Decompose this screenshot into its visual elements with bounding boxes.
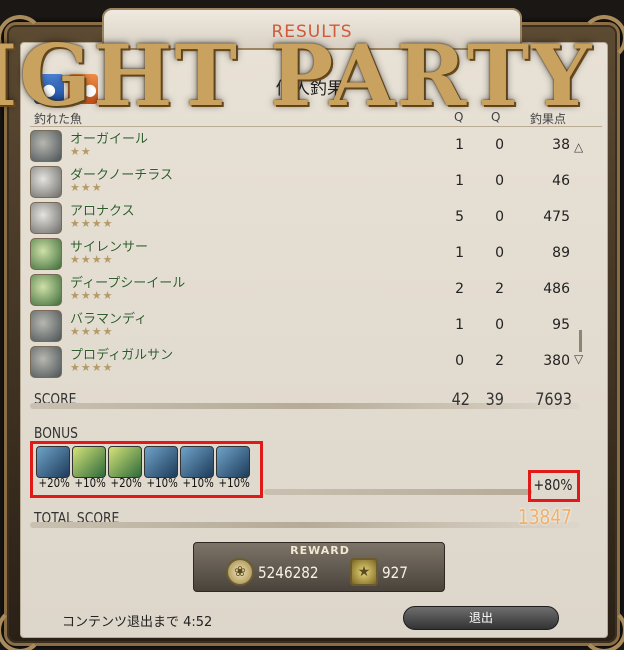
fish-count-b: 0 [495,137,504,153]
fish-row: ダークノーチラス ★★★ 1 0 46 [30,164,570,200]
fish-points: 38 [552,137,570,153]
fish-count-a: 1 [455,317,464,333]
fish-points: 475 [543,209,570,225]
fish-row: プロディガルサン ★★★★ 0 2 380 [30,344,570,380]
fish-icon [30,130,62,162]
fish-count-b: 2 [495,281,504,297]
exit-button[interactable]: 退出 [403,606,559,630]
fish-stars: ★★★★ [70,289,114,302]
bonus-item[interactable]: +20% [108,446,142,492]
header-divider [30,126,602,127]
scroll-down-arrow-icon[interactable]: ▽ [574,352,583,366]
fish-count-a: 2 [455,281,464,297]
fish-row: バラマンディ ★★★★ 1 0 95 [30,308,570,344]
bonus-icon [36,446,70,478]
fish-stars: ★★★ [70,181,103,194]
fish-stars: ★★★★ [70,361,114,374]
fish-count-a: 1 [455,245,464,261]
fish-icon [30,202,62,234]
bonus-icon [72,446,106,478]
bonus-icon [180,446,214,478]
fish-count-b: 2 [495,353,504,369]
bonus-items: +20% +10% +20% +10% +10% +10% [36,446,250,492]
reward-box: REWARD ❀ 5246282 ★ 927 [193,542,445,592]
fish-points: 89 [552,245,570,261]
score-total: 7693 [535,390,572,410]
fish-count-b: 0 [495,245,504,261]
fish-icon [30,346,62,378]
bonus-percent: +10% [146,476,178,490]
column-header-name: 釣れた魚 [34,112,83,126]
fish-row: ディープシーイール ★★★★ 2 2 486 [30,272,570,308]
fish-row: サイレンサー ★★★★ 1 0 89 [30,236,570,272]
results-title: RESULTS [271,22,353,42]
column-header-nq: Q [491,110,501,124]
fish-count-a: 1 [455,137,464,153]
seal-icon: ★ [350,558,378,586]
fish-stars: ★★ [70,145,92,158]
bonus-icon [216,446,250,478]
scrollbar-thumb[interactable] [579,330,582,352]
fish-count-a: 5 [455,209,464,225]
fish-count-a: 0 [455,353,464,369]
mode-icons: ● ●● [34,74,98,104]
header-title: 個人釣果 [276,79,344,99]
bonus-item[interactable]: +10% [144,446,178,492]
fish-row: オーガイール ★★ 1 0 38 [30,128,570,164]
fish-stars: ★★★★ [70,217,114,230]
bonus-percent: +10% [218,476,250,490]
fish-icon [30,310,62,342]
score-count-a: 42 [451,390,470,410]
reward-gil-amount: 5246282 [258,563,319,582]
gil-icon: ❀ [226,558,254,586]
column-header-points: 釣果点 [530,112,567,126]
fish-points: 486 [543,281,570,297]
party-icon: ●● [68,74,98,104]
bonus-item[interactable]: +10% [216,446,250,492]
fish-points: 380 [543,353,570,369]
bonus-item[interactable]: +10% [180,446,214,492]
bonus-percent: +20% [38,476,70,490]
exit-timer: コンテンツ退出まで 4:52 [62,615,213,630]
column-header-hq: Q [454,110,464,124]
fish-count-a: 1 [455,173,464,189]
bonus-icon [108,446,142,478]
scroll-up-arrow-icon[interactable]: △ [574,140,583,154]
fish-count-b: 0 [495,209,504,225]
reward-seal-amount: 927 [382,563,408,582]
fish-points: 95 [552,317,570,333]
bonus-percent: +20% [110,476,142,490]
fish-icon [30,166,62,198]
bonus-label: BONUS [34,424,78,442]
bonus-item[interactable]: +20% [36,446,70,492]
fish-points: 46 [552,173,570,189]
score-count-b: 39 [485,390,504,410]
total-score-divider [30,522,580,528]
results-title-tab: RESULTS [102,8,522,50]
fish-row: アロナクス ★★★★ 5 0 475 [30,200,570,236]
bonus-percent: +10% [74,476,106,490]
bonus-item[interactable]: +10% [72,446,106,492]
fish-stars: ★★★★ [70,325,114,338]
fish-count-b: 0 [495,173,504,189]
fish-count-b: 0 [495,317,504,333]
bonus-icon [144,446,178,478]
bonus-total: +80% [533,476,573,494]
bonus-percent: +10% [182,476,214,490]
personal-icon: ● [34,74,64,104]
fish-icon [30,238,62,270]
fish-stars: ★★★★ [70,253,114,266]
reward-title: REWARD [290,544,350,557]
total-score-value: 13847 [517,505,572,529]
fish-icon [30,274,62,306]
bonus-divider [264,489,532,495]
